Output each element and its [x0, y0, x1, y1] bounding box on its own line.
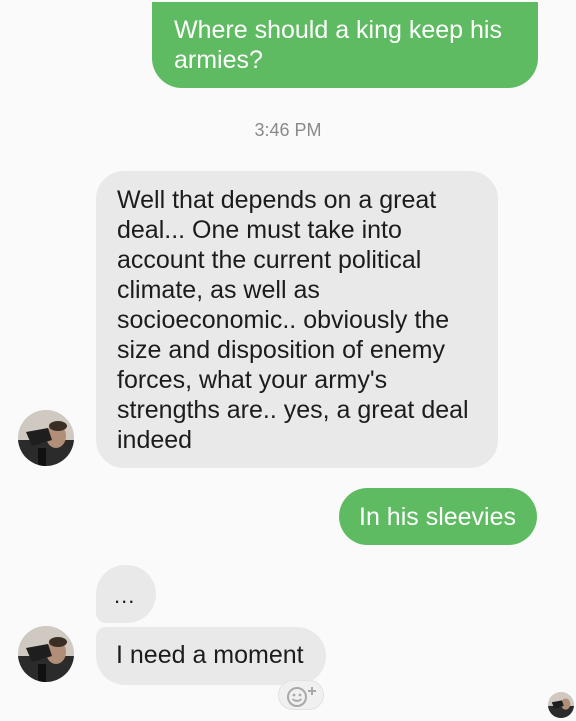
- received-message-bubble[interactable]: I need a moment: [96, 627, 326, 685]
- message-thread: Where should a king keep his armies? 3:4…: [0, 0, 576, 721]
- avatar-photo-icon: [18, 410, 74, 466]
- add-reaction-icon[interactable]: [278, 680, 324, 710]
- sent-message-bubble[interactable]: Where should a king keep his armies?: [152, 2, 538, 88]
- sent-message-bubble[interactable]: In his sleevies: [339, 488, 537, 545]
- received-message-bubble[interactable]: Well that depends on a great deal... One…: [96, 171, 498, 468]
- contact-avatar[interactable]: [18, 410, 74, 466]
- message-timestamp: 3:46 PM: [254, 120, 322, 140]
- read-receipt-icon: [548, 692, 574, 718]
- received-message-bubble[interactable]: ...: [96, 565, 156, 623]
- read-receipt-avatar: [548, 692, 574, 718]
- contact-avatar[interactable]: [18, 626, 74, 682]
- smiley-plus-icon: [287, 687, 316, 707]
- avatar-photo-icon: [18, 626, 74, 682]
